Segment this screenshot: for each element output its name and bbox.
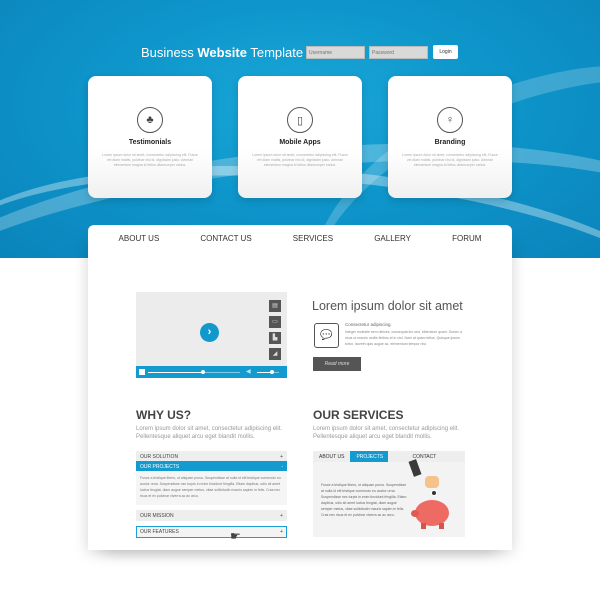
site-title-prefix: Business [141, 45, 198, 60]
feature-description: Lorem ipsum dolor sit amet, consectetur … [102, 153, 198, 167]
seek-handle[interactable] [201, 370, 206, 374]
chat-bubble-icon: 💬 [314, 323, 339, 348]
feature-description: Lorem ipsum dolor sit amet, consectetur … [252, 153, 348, 167]
our-services-heading: OUR SERVICES [313, 408, 404, 422]
feature-card-branding[interactable]: ♀ Branding Lorem ipsum dolor sit amet, c… [388, 76, 512, 198]
login-button[interactable]: Login [433, 45, 458, 59]
feature-title: Mobile Apps [279, 139, 321, 146]
our-services-intro: Lorem ipsum dolor sit amet, consectetur … [313, 426, 460, 440]
group-icon: ♣ [137, 107, 163, 133]
mobile-phone-icon: ▯ [287, 107, 313, 133]
main-nav: ABOUT US CONTACT US SERVICES GALLERY FOR… [88, 234, 512, 243]
stats-icon[interactable]: ▙ [269, 332, 281, 344]
video-player[interactable]: › ▤ ▭ ▙ ◢ ◀ [136, 292, 287, 378]
feature-title: Branding [434, 139, 466, 146]
section-body: Integer molestie sem ultrices, consequat… [345, 330, 462, 346]
feature-description: Lorem ipsum dolor sit amet, consectetur … [402, 153, 498, 167]
tab-panel: Fusce a tristique libero, ut aliquam pur… [313, 459, 465, 537]
services-tabs: ABOUT US PROJECTS CONTACT [313, 451, 465, 462]
username-input[interactable] [306, 46, 365, 59]
sleeve-illustration [408, 459, 422, 477]
pig-leg [421, 523, 426, 529]
nav-gallery[interactable]: GALLERY [374, 234, 411, 243]
stop-button[interactable] [139, 369, 145, 375]
site-title-suffix: Template [246, 45, 304, 60]
accordion-label: OUR PROJECTS [140, 464, 180, 470]
section-heading: Lorem ipsum dolor sit amet [312, 299, 463, 313]
why-us-intro: Lorem ipsum dolor sit amet, consectetur … [136, 426, 283, 440]
coin-icon [431, 490, 437, 496]
volume-icon[interactable]: ◀ [246, 368, 251, 375]
quality-icon[interactable]: ◢ [269, 348, 281, 360]
expand-icon: + [280, 454, 283, 460]
lightbulb-icon: ♀ [437, 107, 463, 133]
tab-about-us[interactable]: ABOUT US [313, 451, 350, 462]
hand-illustration [425, 476, 439, 488]
expand-icon: + [280, 529, 283, 535]
seek-progress [148, 372, 204, 373]
subtitles-icon[interactable]: ▭ [269, 316, 281, 328]
volume-handle[interactable] [270, 370, 275, 374]
accordion-label: OUR SOLUTION [140, 454, 179, 460]
why-us-heading: WHY US? [136, 408, 192, 422]
expand-icon: + [280, 513, 283, 519]
feature-card-testimonials[interactable]: ♣ Testimonials Lorem ipsum dolor sit ame… [88, 76, 212, 198]
site-title: Business Website Template [141, 45, 303, 60]
hand-cursor-icon: ☛ [230, 529, 241, 543]
site-title-bold: Website [197, 45, 247, 60]
nav-about-us[interactable]: ABOUT US [119, 234, 160, 243]
nav-contact-us[interactable]: CONTACT US [200, 234, 251, 243]
nav-forum[interactable]: FORUM [452, 234, 481, 243]
tab-projects[interactable]: PROJECTS [350, 451, 389, 462]
read-more-button[interactable]: Read more [313, 357, 361, 371]
film-icon[interactable]: ▤ [269, 300, 281, 312]
pig-leg [439, 523, 444, 529]
tab-panel-text: Fusce a tristique libero, ut aliquam pur… [321, 483, 407, 517]
accordion-label: OUR MISSION [140, 513, 174, 519]
play-button[interactable]: › [200, 323, 219, 342]
section-subtitle: Consectetur adipiscing. [345, 322, 392, 327]
accordion-content: Fusce a tristique libero, ut aliquam pur… [136, 471, 287, 505]
pig-snout [411, 510, 419, 517]
password-input[interactable] [369, 46, 428, 59]
nav-services[interactable]: SERVICES [293, 234, 333, 243]
feature-card-mobile-apps[interactable]: ▯ Mobile Apps Lorem ipsum dolor sit amet… [238, 76, 362, 198]
content-page: ABOUT US CONTACT US SERVICES GALLERY FOR… [88, 225, 512, 550]
feature-title: Testimonials [128, 139, 172, 146]
collapse-icon: - [281, 464, 283, 470]
accordion-our-features[interactable]: OUR FEATURES + [136, 526, 287, 538]
accordion-our-mission[interactable]: OUR MISSION + [136, 510, 287, 521]
video-controls: ◀ [136, 366, 287, 378]
accordion-label: OUR FEATURES [140, 529, 179, 535]
